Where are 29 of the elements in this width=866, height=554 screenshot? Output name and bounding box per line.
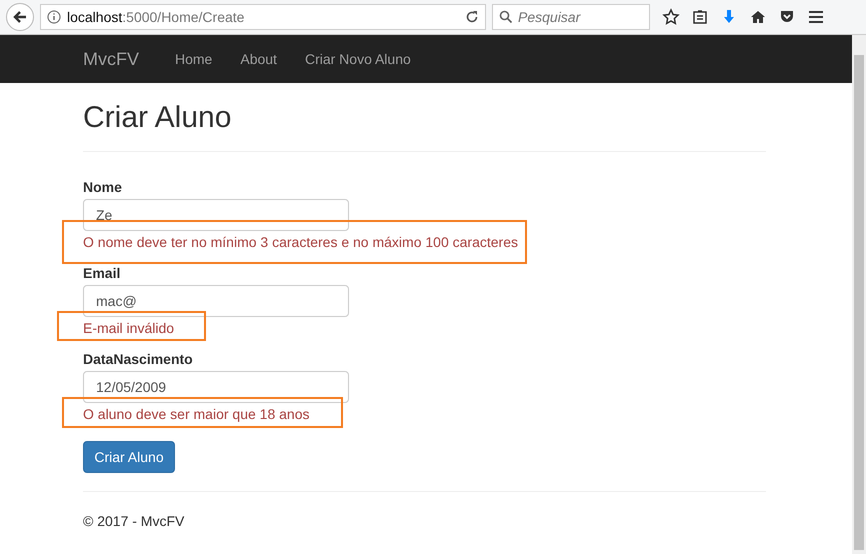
clipboard-icon[interactable]	[691, 8, 709, 26]
error-message: O aluno deve ser maior que 18 anos	[83, 406, 310, 422]
field-label: Email	[83, 265, 122, 281]
footer-text: © 2017 - MvcFV	[83, 512, 186, 529]
input-field[interactable]: Ze	[83, 199, 349, 231]
address-bar[interactable]: localhost:5000/Home/Create	[40, 4, 486, 30]
nav-link[interactable]: About	[240, 51, 277, 67]
brand-link[interactable]: MvcFV	[83, 48, 139, 70]
menu-icon[interactable]	[807, 8, 825, 26]
field-label: Nome	[83, 179, 123, 195]
input-field[interactable]: mac@	[83, 285, 349, 317]
info-icon[interactable]	[47, 10, 61, 24]
url-path: :5000/Home/Create	[122, 9, 244, 25]
input-field[interactable]: 12/05/2009	[83, 371, 349, 403]
home-icon[interactable]	[749, 8, 767, 26]
submit-button[interactable]: Criar Aluno	[83, 441, 175, 473]
nav-link[interactable]: Criar Novo Aluno	[304, 51, 411, 67]
reload-icon[interactable]	[465, 10, 479, 24]
nav-link[interactable]: Home	[175, 51, 212, 67]
star-icon[interactable]	[662, 8, 680, 26]
error-message: E-mail inválido	[83, 320, 174, 336]
arrow-icon	[12, 9, 28, 25]
error-message: O nome deve ter no mínimo 3 caracteres e no máximo 100 caracteres	[83, 234, 518, 250]
page-title: Criar Aluno	[83, 100, 232, 136]
url-host: localhost	[67, 9, 122, 25]
back-button[interactable]	[6, 3, 34, 31]
scrollbar[interactable]	[852, 35, 866, 554]
field-label: DataNascimento	[83, 351, 194, 367]
search-field[interactable]: Pesquisar	[492, 4, 650, 30]
